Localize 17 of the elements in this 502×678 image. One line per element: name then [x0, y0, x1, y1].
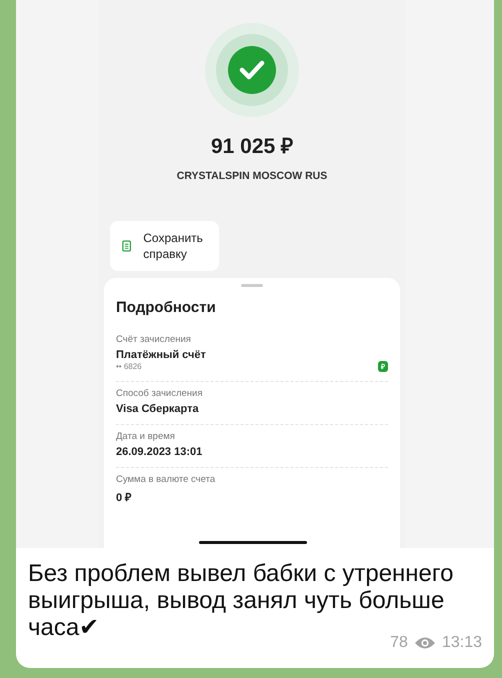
field-value: 0 ₽: [116, 491, 132, 504]
account-number: •• 6826: [116, 362, 142, 371]
field-label: Сумма в валюте счета: [116, 474, 216, 485]
drag-handle[interactable]: [241, 284, 263, 287]
message-time: 13:13: [442, 634, 482, 652]
field-label: Счёт зачисления: [116, 334, 192, 345]
eye-icon: [414, 636, 436, 650]
field-label: Дата и время: [116, 431, 176, 442]
merchant-name: CRYSTALSPIN MOSCOW RUS: [176, 170, 328, 182]
amount: 91 025 ₽: [210, 134, 294, 159]
field-label: Способ зачисления: [116, 388, 204, 399]
success-check-icon: [205, 23, 299, 117]
save-receipt-button[interactable]: Сохранить справку: [110, 221, 219, 271]
field-value: 26.09.2023 13:01: [116, 446, 204, 458]
details-title: Подробности: [116, 299, 217, 316]
field-value: Visa Сберкарта: [116, 403, 200, 415]
field-value: Платёжный счёт: [116, 349, 207, 361]
